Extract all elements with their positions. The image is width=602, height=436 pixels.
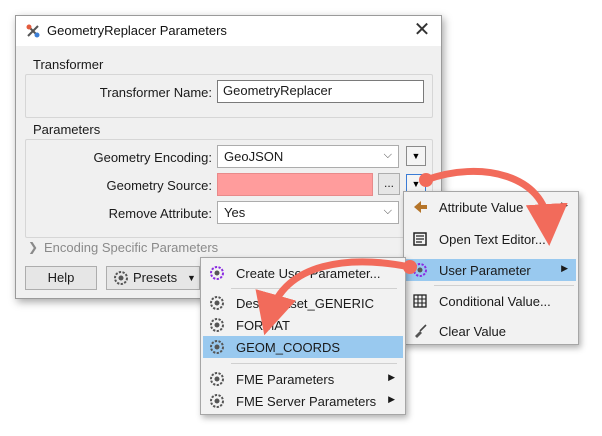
user-parameter-icon [210,266,224,280]
triangle-right-icon: ▶ [388,372,395,382]
context-menu: Attribute Value ▶ Open Text Editor... Us… [403,191,579,345]
close-icon: ✕ [413,19,431,41]
geometry-encoding-value: GeoJSON [224,149,284,164]
chevron-right-icon[interactable]: ❯ [28,240,38,254]
menu-item-geom-coords[interactable]: GEOM_COORDS [203,336,403,358]
parameters-group-label: Parameters [33,122,101,137]
presets-button[interactable]: Presets ▼ [106,266,200,290]
user-parameter-icon [210,372,224,386]
menu-item-open-text-editor[interactable]: Open Text Editor... [406,228,576,250]
remove-attribute-value: Yes [224,205,246,220]
user-parameter-submenu: Create User Parameter... DestDataset_GEN… [200,257,406,415]
help-button[interactable]: Help [25,266,97,290]
menu-item-format[interactable]: FORMAT [203,314,403,336]
encoding-specific-section[interactable]: Encoding Specific Parameters [44,240,218,255]
geometry-replacer-icon [26,24,40,38]
transformer-name-label: Transformer Name: [99,85,212,100]
title-bar[interactable]: GeometryReplacer Parameters ✕ [16,16,441,46]
menu-separator [231,363,397,364]
user-parameter-icon [210,394,224,408]
chevron-down-icon: ⌵ [383,149,392,161]
dialog-title: GeometryReplacer Parameters [47,23,227,38]
geometry-source-input[interactable] [217,173,373,196]
triangle-down-icon: ▼ [411,151,421,161]
geometry-encoding-menu-button[interactable]: ▼ [406,146,426,166]
user-parameter-icon [210,296,224,310]
geometry-source-label: Geometry Source: [106,178,213,193]
menu-item-destdataset-generic[interactable]: DestDataset_GENERIC [203,292,403,314]
triangle-right-icon: ▶ [561,200,568,210]
menu-separator [231,288,397,289]
remove-attribute-select[interactable]: Yes ⌵ [217,201,399,224]
presets-label: Presets [133,270,178,285]
menu-item-clear-value[interactable]: Clear Value [406,320,576,342]
geometry-encoding-label: Geometry Encoding: [93,150,212,165]
menu-item-attribute-value[interactable]: Attribute Value ▶ [406,196,576,218]
menu-item-fme-server-parameters[interactable]: FME Server Parameters ▶ [203,390,403,412]
transformer-name-input[interactable]: GeometryReplacer [217,80,424,103]
geometry-encoding-select[interactable]: GeoJSON ⌵ [217,145,399,168]
gear-icon [114,271,128,285]
close-button[interactable]: ✕ [408,18,436,44]
user-parameter-icon [413,263,427,277]
menu-separator [434,285,574,286]
triangle-right-icon: ▶ [388,394,395,404]
menu-item-create-user-parameter[interactable]: Create User Parameter... [203,262,403,284]
menu-item-user-parameter[interactable]: User Parameter ▶ [406,259,576,281]
menu-item-fme-parameters[interactable]: FME Parameters ▶ [203,368,403,390]
user-parameter-icon [210,318,224,332]
text-editor-icon [413,232,427,246]
triangle-right-icon: ▶ [561,263,568,273]
transformer-group-label: Transformer [33,57,104,72]
broom-icon [415,324,427,338]
ellipsis-button[interactable]: ... [378,173,400,195]
chevron-down-icon: ⌵ [383,205,392,217]
user-parameter-icon [210,340,224,354]
remove-attribute-label: Remove Attribute: [108,206,212,221]
attribute-value-icon [414,201,427,213]
table-icon [413,294,427,308]
triangle-down-icon: ▼ [411,179,421,189]
triangle-down-icon: ▼ [187,273,196,283]
menu-item-conditional-value[interactable]: Conditional Value... [406,290,576,312]
